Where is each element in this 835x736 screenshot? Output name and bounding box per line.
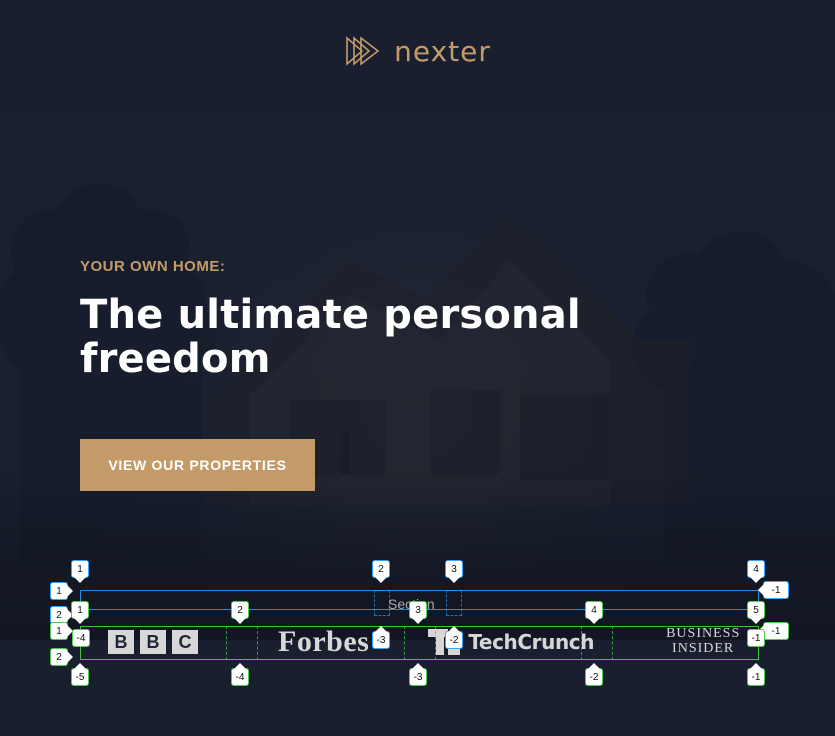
bbc-letter-c: C — [172, 630, 198, 654]
business-insider-line-2: Insider — [672, 641, 735, 656]
bbc-letter-b1: B — [108, 630, 134, 654]
press-logos: B B C Forbes TechCrunch Business Insider — [80, 625, 757, 658]
forbes-logo: Forbes — [278, 625, 370, 658]
site-logo[interactable]: nexter — [0, 32, 835, 70]
brand-name: nexter — [394, 34, 491, 68]
techcrunch-mark — [428, 629, 461, 655]
hero-section: YOUR OWN HOME: The ultimate personal fre… — [80, 258, 780, 491]
hero-title: The ultimate personal freedom — [80, 292, 581, 382]
bbc-logo: B B C — [108, 626, 198, 658]
hero-subtitle: YOUR OWN HOME: — [80, 258, 226, 275]
view-properties-button[interactable]: VIEW OUR PROPERTIES — [80, 438, 315, 491]
triangles-play-icon — [346, 36, 380, 66]
techcrunch-logo: TechCrunch — [428, 626, 594, 658]
bbc-letter-b2: B — [140, 630, 166, 654]
techcrunch-text: TechCrunch — [468, 630, 595, 654]
business-insider-logo: Business Insider — [666, 626, 740, 658]
business-insider-line-1: Business — [666, 626, 741, 642]
